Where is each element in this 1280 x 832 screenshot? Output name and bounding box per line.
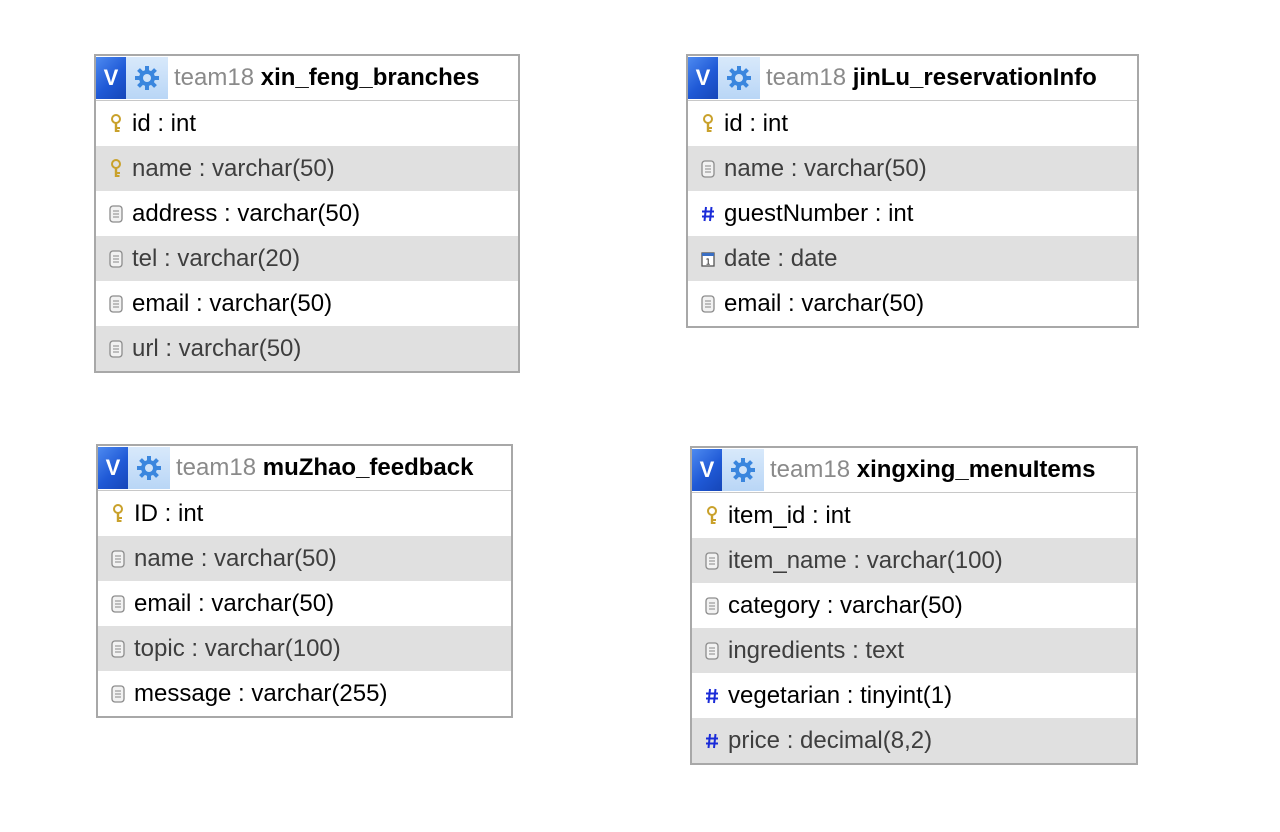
gear-icon[interactable] — [718, 57, 760, 99]
calendar-icon: 1 — [698, 251, 718, 267]
column-label: email : varchar(50) — [134, 589, 335, 617]
column-label: tel : varchar(20) — [132, 244, 301, 272]
table-muzhao-feedback[interactable]: V team18 muZhao_feedback ID : int name :… — [96, 444, 513, 718]
text-field-icon — [108, 639, 128, 658]
column-label: url : varchar(50) — [132, 334, 302, 362]
column-row[interactable]: category : varchar(50) — [692, 583, 1136, 628]
column-row[interactable]: ingredients : text — [692, 628, 1136, 673]
key-icon — [106, 158, 126, 179]
column-row[interactable]: item_name : varchar(100) — [692, 538, 1136, 583]
gear-icon[interactable] — [126, 57, 168, 99]
table-xingxing-menuitems[interactable]: V team18 xingxing_menuItems item_id : in… — [690, 446, 1138, 765]
column-label: ingredients : text — [728, 636, 905, 664]
column-label: message : varchar(255) — [134, 679, 388, 707]
text-field-icon — [702, 551, 722, 570]
column-label: id : int — [724, 109, 789, 137]
toggle-view-button[interactable]: V — [688, 57, 718, 99]
column-row[interactable]: email : varchar(50) — [688, 281, 1137, 326]
table-title: team18 xin_feng_branches — [168, 64, 479, 92]
table-header: V team18 xingxing_menuItems — [692, 448, 1136, 493]
column-row[interactable]: tel : varchar(20) — [96, 236, 518, 281]
text-field-icon — [106, 339, 126, 358]
column-label: name : varchar(50) — [134, 544, 337, 572]
column-row[interactable]: guestNumber : int — [688, 191, 1137, 236]
column-list: item_id : int item_name : varchar(100) c… — [692, 493, 1136, 763]
number-icon — [702, 688, 722, 704]
column-label: topic : varchar(100) — [134, 634, 341, 662]
key-icon — [108, 503, 128, 524]
column-row[interactable]: message : varchar(255) — [98, 671, 511, 716]
column-list: id : int name : varchar(50) guestNumber … — [688, 101, 1137, 326]
svg-text:1: 1 — [705, 257, 710, 266]
column-label: date : date — [724, 244, 838, 272]
column-list: id : int name : varchar(50) address : va… — [96, 101, 518, 371]
column-label: address : varchar(50) — [132, 199, 361, 227]
table-title: team18 muZhao_feedback — [170, 454, 473, 482]
column-row[interactable]: email : varchar(50) — [98, 581, 511, 626]
table-name: xingxing_menuItems — [856, 456, 1096, 483]
key-icon — [698, 113, 718, 134]
toggle-view-button[interactable]: V — [98, 447, 128, 489]
table-header: V team18 muZhao_feedback — [98, 446, 511, 491]
text-field-icon — [702, 641, 722, 660]
gear-icon[interactable] — [128, 447, 170, 489]
table-name: jinLu_reservationInfo — [852, 64, 1097, 91]
column-label: name : varchar(50) — [132, 154, 335, 182]
column-label: item_name : varchar(100) — [728, 546, 1003, 574]
column-label: price : decimal(8,2) — [728, 726, 933, 754]
column-row[interactable]: item_id : int — [692, 493, 1136, 538]
column-row[interactable]: id : int — [96, 101, 518, 146]
text-field-icon — [108, 549, 128, 568]
text-field-icon — [702, 596, 722, 615]
text-field-icon — [106, 204, 126, 223]
table-xin-feng-branches[interactable]: V team18 xin_feng_branches id : int name… — [94, 54, 520, 373]
table-header: V team18 jinLu_reservationInfo — [688, 56, 1137, 101]
text-field-icon — [106, 294, 126, 313]
gear-icon[interactable] — [722, 449, 764, 491]
database-name: team18 — [174, 64, 255, 91]
database-name: team18 — [176, 454, 257, 481]
number-icon — [698, 206, 718, 222]
column-row[interactable]: email : varchar(50) — [96, 281, 518, 326]
table-title: team18 xingxing_menuItems — [764, 456, 1095, 484]
database-name: team18 — [766, 64, 847, 91]
column-row[interactable]: ID : int — [98, 491, 511, 536]
database-name: team18 — [770, 456, 851, 483]
column-label: vegetarian : tinyint(1) — [728, 681, 953, 709]
column-row[interactable]: id : int — [688, 101, 1137, 146]
text-field-icon — [698, 294, 718, 313]
table-name: muZhao_feedback — [262, 454, 474, 481]
toggle-view-button[interactable]: V — [96, 57, 126, 99]
column-list: ID : int name : varchar(50) email : varc… — [98, 491, 511, 716]
column-label: category : varchar(50) — [728, 591, 963, 619]
column-row[interactable]: name : varchar(50) — [688, 146, 1137, 191]
table-name: xin_feng_branches — [260, 64, 480, 91]
text-field-icon — [698, 159, 718, 178]
table-jinlu-reservationinfo[interactable]: V team18 jinLu_reservationInfo id : int … — [686, 54, 1139, 328]
column-label: ID : int — [134, 499, 204, 527]
column-label: guestNumber : int — [724, 199, 914, 227]
column-label: id : int — [132, 109, 197, 137]
column-label: name : varchar(50) — [724, 154, 927, 182]
table-header: V team18 xin_feng_branches — [96, 56, 518, 101]
number-icon — [702, 733, 722, 749]
table-title: team18 jinLu_reservationInfo — [760, 64, 1097, 92]
column-row[interactable]: url : varchar(50) — [96, 326, 518, 371]
key-icon — [106, 113, 126, 134]
column-row[interactable]: name : varchar(50) — [98, 536, 511, 581]
column-row[interactable]: address : varchar(50) — [96, 191, 518, 236]
column-row[interactable]: name : varchar(50) — [96, 146, 518, 191]
column-label: email : varchar(50) — [724, 289, 925, 317]
column-row[interactable]: vegetarian : tinyint(1) — [692, 673, 1136, 718]
key-icon — [702, 505, 722, 526]
column-row[interactable]: 1 date : date — [688, 236, 1137, 281]
toggle-view-button[interactable]: V — [692, 449, 722, 491]
column-row[interactable]: topic : varchar(100) — [98, 626, 511, 671]
column-label: email : varchar(50) — [132, 289, 333, 317]
column-row[interactable]: price : decimal(8,2) — [692, 718, 1136, 763]
text-field-icon — [108, 684, 128, 703]
column-label: item_id : int — [728, 501, 851, 529]
text-field-icon — [108, 594, 128, 613]
text-field-icon — [106, 249, 126, 268]
